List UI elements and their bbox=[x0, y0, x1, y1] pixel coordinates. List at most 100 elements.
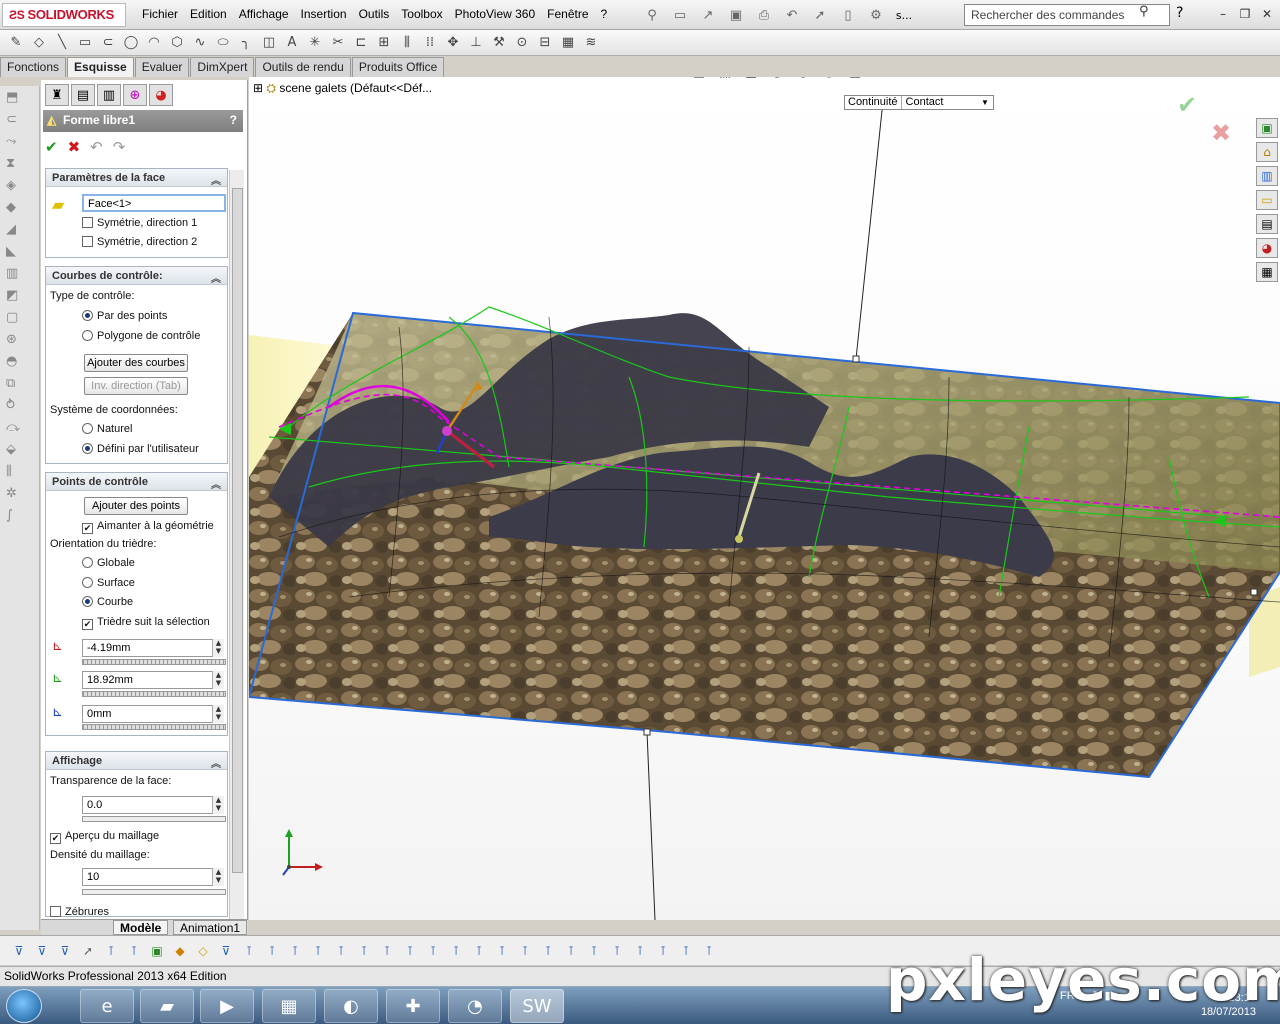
section-header[interactable]: Affichage ︽ bbox=[46, 752, 227, 770]
solidworks-logo[interactable]: ƧS SOLIDWORKS bbox=[2, 3, 126, 27]
close-icon[interactable]: ✕ bbox=[1258, 6, 1276, 22]
solidworks-taskbar-icon[interactable]: SW bbox=[510, 989, 564, 1023]
viewport-minimize-icon[interactable]: – bbox=[1194, 77, 1200, 78]
extrude-icon[interactable]: ⬒ bbox=[6, 90, 30, 108]
file-explorer-icon[interactable]: ▭ bbox=[1256, 190, 1278, 210]
add-curves-button[interactable]: Ajouter des courbes bbox=[84, 354, 188, 372]
internet-explorer-icon[interactable]: e bbox=[80, 989, 134, 1023]
checkbox-icon[interactable] bbox=[82, 217, 93, 228]
z-value-field[interactable]: 0mm bbox=[82, 705, 214, 723]
boundary-icon[interactable]: ◈ bbox=[6, 178, 30, 196]
viewport-close-icon[interactable]: ✕ bbox=[1221, 77, 1230, 78]
filter-bom-icon[interactable]: ⊺ bbox=[539, 942, 557, 960]
view-palette-icon[interactable]: ▤ bbox=[1256, 214, 1278, 234]
flex-icon[interactable]: ⤼ bbox=[6, 420, 30, 438]
trim-icon[interactable]: ✂ bbox=[328, 34, 348, 52]
filter-mates-icon[interactable]: ⊺ bbox=[677, 942, 695, 960]
convert-icon[interactable]: ⊏ bbox=[351, 34, 371, 52]
tab-evaluer[interactable]: Evaluer bbox=[134, 57, 190, 77]
collapse-chevron-icon[interactable]: ︽ bbox=[211, 755, 221, 770]
filter-points-icon[interactable]: ⊺ bbox=[240, 942, 258, 960]
filter-toggle-icon[interactable]: ⊽ bbox=[10, 942, 28, 960]
menu-affichage[interactable]: Affichage bbox=[233, 5, 295, 25]
revolve-icon[interactable]: ⊂ bbox=[6, 112, 30, 130]
spline-icon[interactable]: ∿ bbox=[190, 34, 210, 52]
apply-scene-icon[interactable]: ◕ bbox=[819, 77, 839, 83]
point-icon[interactable]: ✳ bbox=[305, 34, 325, 52]
indent-icon[interactable]: ⬙ bbox=[6, 442, 30, 460]
y-value-field[interactable]: 18.92mm bbox=[82, 671, 214, 689]
filter-surfaces-icon[interactable]: ◆ bbox=[171, 942, 189, 960]
loft-icon[interactable]: ⧗ bbox=[6, 156, 30, 174]
option-globale[interactable]: Globale bbox=[82, 557, 135, 569]
new-document-icon[interactable]: ▭ bbox=[668, 6, 692, 24]
help-button[interactable]: ? bbox=[230, 113, 237, 127]
pattern-icon[interactable]: ⁞⁞ bbox=[420, 34, 440, 52]
ok-check-icon[interactable]: ✔ bbox=[45, 138, 58, 156]
section-header[interactable]: Paramètres de la face ︽ bbox=[46, 169, 227, 187]
cancel-x-icon[interactable]: ✖ bbox=[68, 138, 81, 156]
feature-tree-tab-icon[interactable]: ♜ bbox=[45, 84, 69, 106]
fillet-icon[interactable]: ╮ bbox=[236, 34, 256, 52]
transparency-spinner[interactable]: ▲ ▼ bbox=[212, 796, 224, 814]
firefox-icon[interactable]: ◐ bbox=[324, 989, 378, 1023]
smart-dimension-icon[interactable]: ◇ bbox=[29, 34, 49, 52]
symmetry-1-checkbox[interactable]: Symétrie, direction 1 bbox=[82, 217, 197, 229]
start-button[interactable] bbox=[6, 989, 42, 1023]
collapse-chevron-icon[interactable]: ︽ bbox=[211, 270, 221, 285]
sketch-icon[interactable]: ✎ bbox=[6, 34, 26, 52]
pointer-icon[interactable]: ➚ bbox=[79, 942, 97, 960]
pan-icon[interactable]: ✥ bbox=[871, 77, 891, 83]
mesh-density-field[interactable]: 10 bbox=[82, 868, 214, 886]
tab-produits-office[interactable]: Produits Office bbox=[351, 57, 445, 77]
filter-faces-icon[interactable]: ▣ bbox=[148, 942, 166, 960]
menu-toolbox[interactable]: Toolbox bbox=[395, 5, 448, 25]
select-icon[interactable]: ➚ bbox=[808, 6, 832, 24]
filter-all-icon[interactable]: ⊽ bbox=[56, 942, 74, 960]
tab-modele[interactable]: Modèle bbox=[113, 920, 169, 935]
filter-dimensions-icon[interactable]: ⊺ bbox=[309, 942, 327, 960]
checkbox-icon[interactable] bbox=[82, 236, 93, 247]
x-slider[interactable] bbox=[82, 659, 226, 665]
circle-icon[interactable]: ◯ bbox=[121, 34, 141, 52]
rectangle-icon[interactable]: ▭ bbox=[75, 34, 95, 52]
view-orientation-icon[interactable]: ⬚ bbox=[715, 77, 735, 83]
section-header[interactable]: Courbes de contrôle: ︽ bbox=[46, 267, 227, 285]
filter-weld-icon[interactable]: ⊺ bbox=[401, 942, 419, 960]
wrap-icon[interactable]: ⊛ bbox=[6, 332, 30, 350]
tile-left-icon[interactable]: ◫ bbox=[1161, 77, 1171, 78]
tab-animation1[interactable]: Animation1 bbox=[173, 920, 248, 935]
rapid-sketch-icon[interactable]: ≋ bbox=[581, 34, 601, 52]
y-slider[interactable] bbox=[82, 691, 226, 697]
z-spinner[interactable]: ▲ ▼ bbox=[212, 705, 224, 723]
filter-hole-icon[interactable]: ⊺ bbox=[447, 942, 465, 960]
zoom-area-icon[interactable]: ⊡ bbox=[637, 77, 657, 83]
filter-centerlines-icon[interactable]: ⊺ bbox=[585, 942, 603, 960]
filter-center-marks-icon[interactable]: ⊺ bbox=[562, 942, 580, 960]
zebra-checkbox[interactable]: Zébrures bbox=[50, 906, 109, 918]
options-icon[interactable]: ⚙ bbox=[864, 6, 888, 24]
property-manager-tab-icon[interactable]: ▤ bbox=[71, 84, 95, 106]
tile-right-icon[interactable]: ◫ bbox=[1177, 77, 1187, 78]
option-naturel[interactable]: Naturel bbox=[82, 423, 132, 435]
radio-icon[interactable] bbox=[82, 310, 93, 321]
x-spinner[interactable]: ▲ ▼ bbox=[212, 639, 224, 657]
radio-icon[interactable] bbox=[82, 423, 93, 434]
radio-icon[interactable] bbox=[82, 557, 93, 568]
resources-icon[interactable]: ▣ bbox=[1256, 118, 1278, 138]
tab-fonctions[interactable]: Fonctions bbox=[0, 57, 67, 77]
option-user-defined[interactable]: Défini par l'utilisateur bbox=[82, 443, 199, 455]
menu-edition[interactable]: Edition bbox=[184, 5, 233, 25]
help-icon[interactable]: ? bbox=[1176, 5, 1183, 21]
reference-icon[interactable]: ✲ bbox=[6, 486, 30, 504]
redo-icon[interactable]: ↷ bbox=[113, 138, 126, 156]
media-player-icon[interactable]: ▶ bbox=[200, 989, 254, 1023]
z-slider[interactable] bbox=[82, 724, 226, 730]
filter-sketch-icon[interactable]: ⊺ bbox=[263, 942, 281, 960]
tab-dimxpert[interactable]: DimXpert bbox=[190, 57, 255, 77]
radio-icon[interactable] bbox=[82, 330, 93, 341]
chevron-down-icon[interactable]: ▼ bbox=[981, 96, 993, 109]
checkbox-icon[interactable]: ✔ bbox=[50, 833, 61, 844]
previous-view-icon[interactable]: ↩ bbox=[663, 77, 683, 83]
menu-help[interactable]: ? bbox=[595, 5, 614, 25]
